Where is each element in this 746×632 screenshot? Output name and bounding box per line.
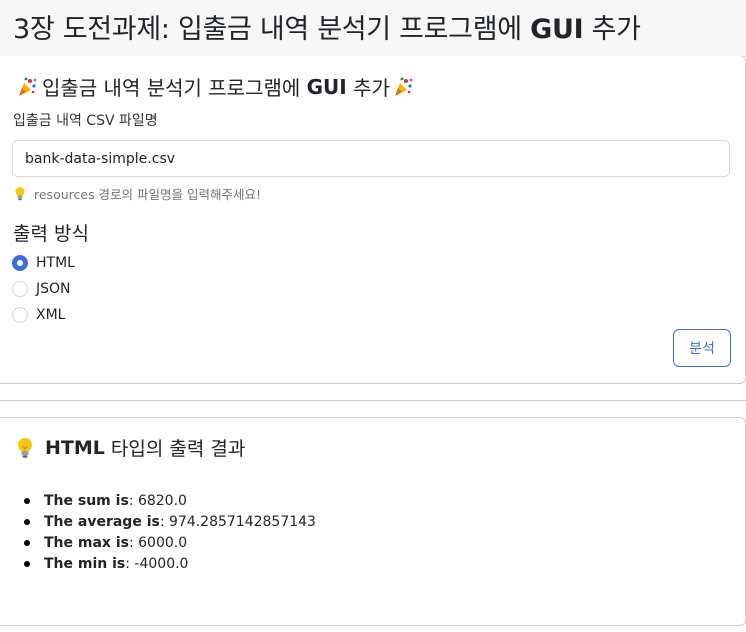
list-item: The min is: -4000.0 <box>24 554 316 575</box>
result-value: 974.2857142857143 <box>169 514 316 530</box>
output-format-label: 출력 방식 <box>13 223 89 245</box>
result-value: 6820.0 <box>137 493 187 509</box>
result-label: The sum is <box>44 493 129 509</box>
lightbulb-icon <box>18 437 32 458</box>
radio-option-json[interactable]: JSON <box>12 281 71 297</box>
radio-button-xml[interactable] <box>12 307 28 323</box>
result-label: The max is <box>44 535 129 551</box>
form-card-title: 입출금 내역 분석기 프로그램에 GUI 추가 <box>14 72 416 101</box>
radio-button-json[interactable] <box>12 281 28 297</box>
result-list: The sum is: 6820.0 The average is: 974.2… <box>24 491 316 575</box>
result-value: 6000.0 <box>138 535 188 551</box>
radio-label-html: HTML <box>36 255 75 271</box>
page-title-suffix: 추가 <box>591 14 641 45</box>
radio-label-json: JSON <box>36 281 71 297</box>
page-title-prefix: 3장 도전과제: 입출금 내역 분석기 프로그램에 <box>13 14 522 45</box>
result-card: HTML 타입의 출력 결과 The sum is: 6820.0 The av… <box>0 417 746 626</box>
form-title-suffix: 추가 <box>353 76 390 100</box>
section-divider <box>0 400 746 401</box>
analyzer-form-card: 입출금 내역 분석기 프로그램에 GUI 추가 입출금 내역 CSV 파일명 r… <box>0 56 746 384</box>
csv-file-input[interactable] <box>12 140 730 177</box>
radio-button-html[interactable] <box>12 255 28 271</box>
page-title-bold: GUI <box>530 14 584 45</box>
csv-file-hint: resources 경로의 파일명을 입력해주세요! <box>14 184 261 203</box>
result-value: -4000.0 <box>134 556 189 572</box>
result-format-name: HTML <box>45 436 105 459</box>
page-title: 3장 도전과제: 입출금 내역 분석기 프로그램에 GUI 추가 <box>13 7 641 46</box>
list-item: The sum is: 6820.0 <box>24 491 316 512</box>
result-label: The average is <box>44 514 160 530</box>
form-title-bold: GUI <box>306 74 347 99</box>
page-header: 3장 도전과제: 입출금 내역 분석기 프로그램에 GUI 추가 <box>0 0 746 57</box>
result-card-title: HTML 타입의 출력 결과 <box>16 434 245 461</box>
result-label: The min is <box>44 556 126 572</box>
lightbulb-icon <box>15 187 25 201</box>
radio-label-xml: XML <box>36 307 66 323</box>
csv-file-hint-text: resources 경로의 파일명을 입력해주세요! <box>34 187 262 202</box>
radio-option-html[interactable]: HTML <box>12 255 75 271</box>
analyze-button[interactable]: 분석 <box>673 329 731 367</box>
result-title-text: 타입의 출력 결과 <box>110 438 246 460</box>
radio-option-xml[interactable]: XML <box>12 307 65 323</box>
party-popper-icon <box>16 76 38 98</box>
party-popper-icon <box>392 76 414 98</box>
csv-file-label: 입출금 내역 CSV 파일명 <box>13 113 158 129</box>
list-item: The max is: 6000.0 <box>24 533 316 554</box>
list-item: The average is: 974.2857142857143 <box>24 512 316 533</box>
form-title-prefix: 입출금 내역 분석기 프로그램에 <box>42 76 301 100</box>
